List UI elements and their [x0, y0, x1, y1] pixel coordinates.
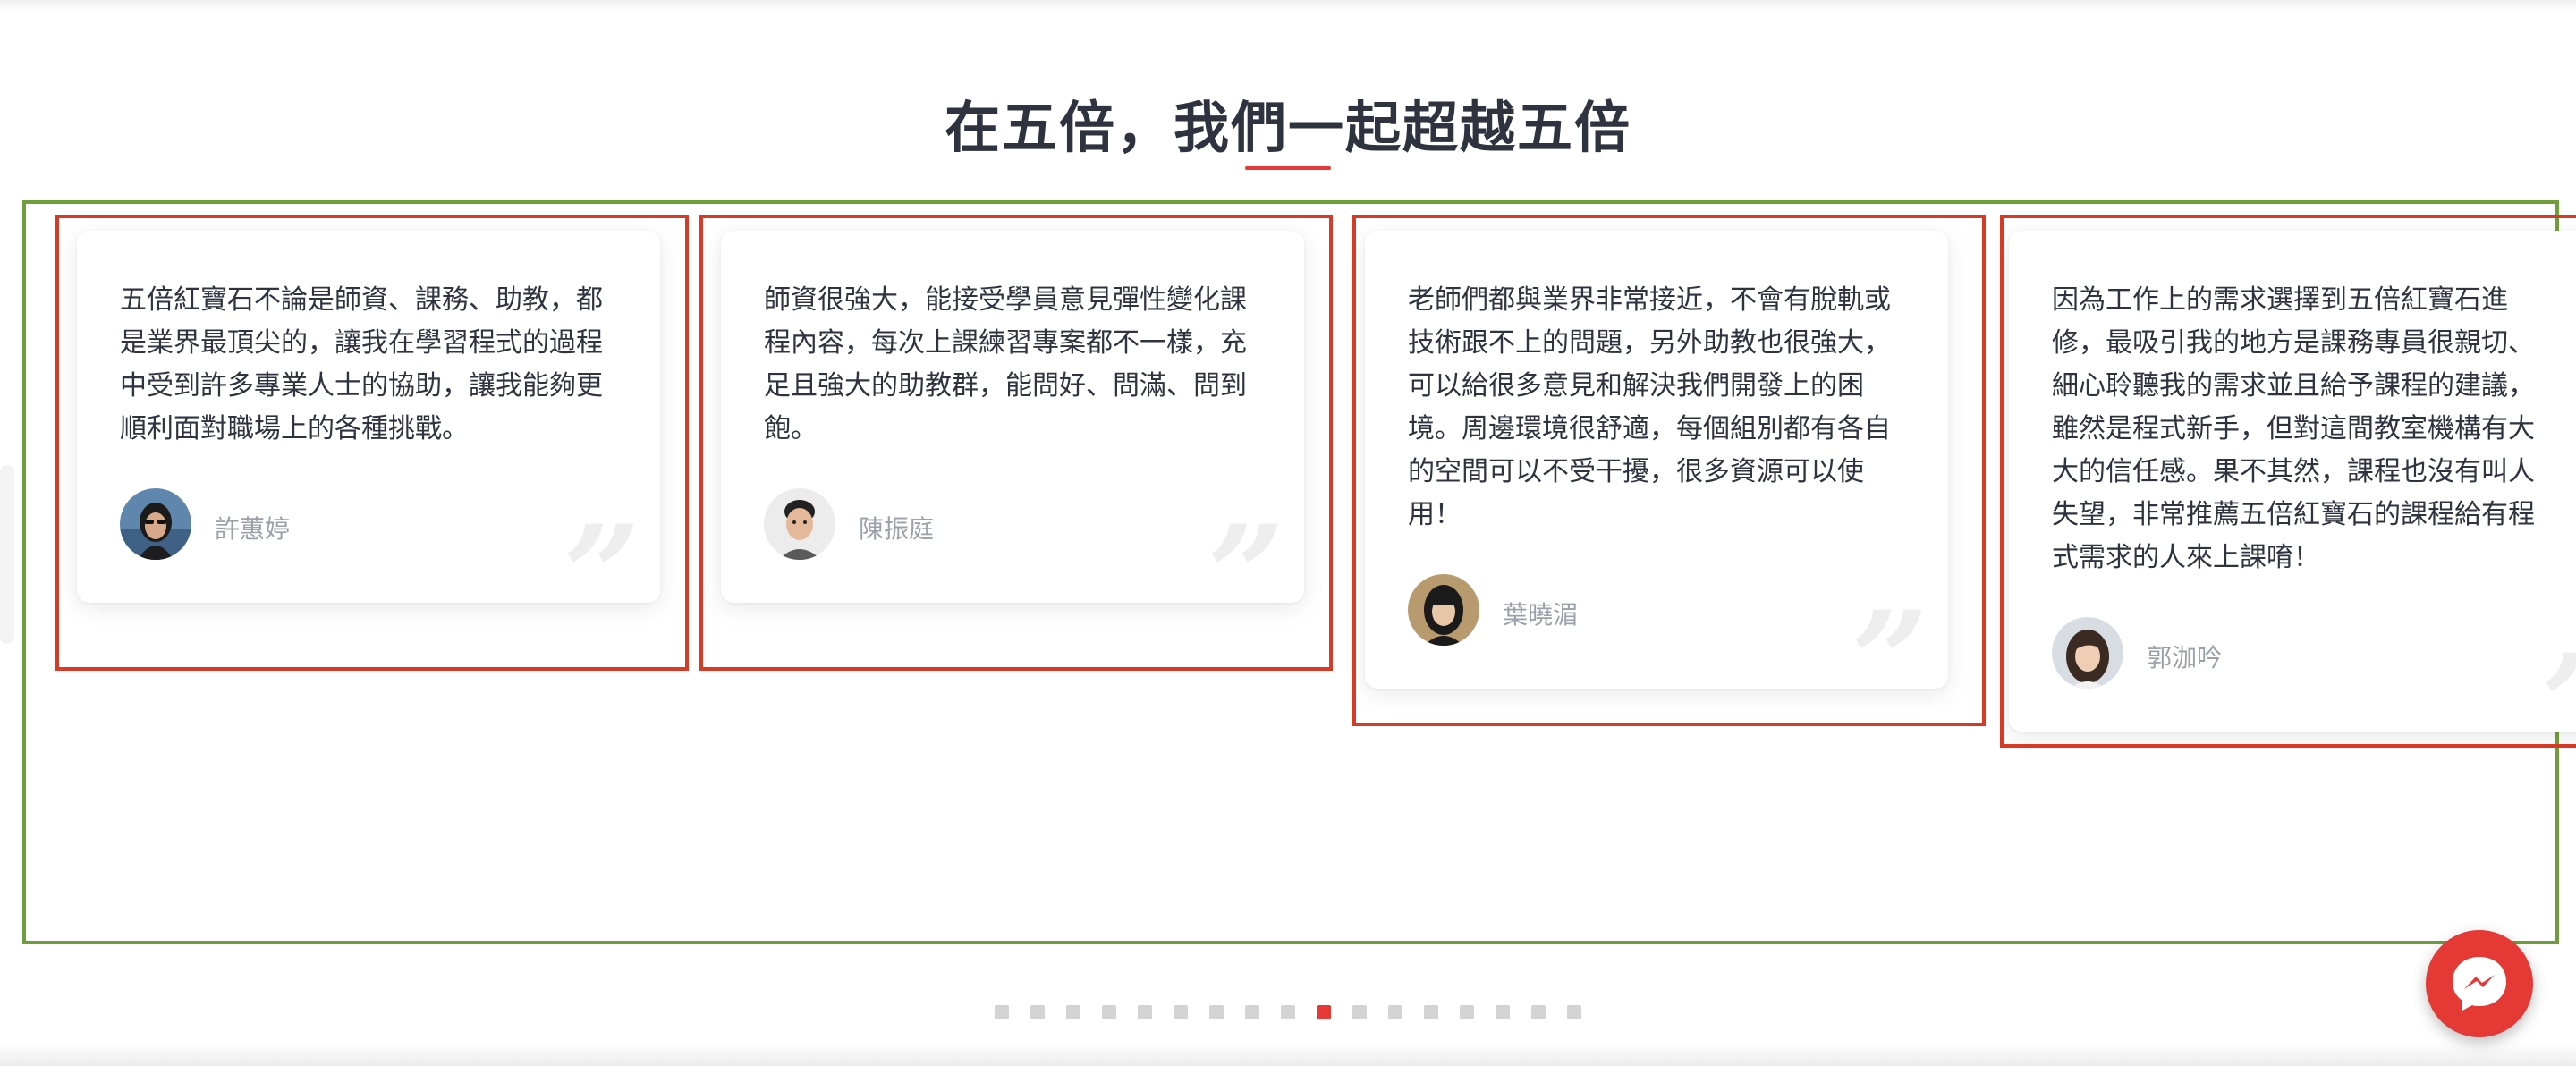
quote-icon: ” — [2542, 637, 2576, 771]
testimonial-card[interactable]: 師資很強大，能接受學員意見彈性變化課程內容，每次上課練習專案都不一樣，充足且強大… — [721, 231, 1304, 642]
testimonial-card[interactable]: 老師們都與業界非常接近，不會有脫軌或技術跟不上的問題，另外助教也很強大，可以給很… — [1365, 231, 1948, 728]
messenger-button[interactable] — [2426, 930, 2533, 1037]
pagination-dot[interactable] — [1102, 1005, 1116, 1019]
testimonial-text: 老師們都與業界非常接近，不會有脫軌或技術跟不上的問題，另外助教也很強大，可以給很… — [1408, 284, 1891, 530]
testimonial-text: 五倍紅寶石不論是師資、課務、助教，都是業界最頂尖的，讓我在學習程式的過程中受到許… — [120, 284, 603, 444]
pagination-dot[interactable] — [1531, 1005, 1546, 1019]
person-name: 許蕙婷 — [215, 514, 291, 544]
pagination-dot[interactable] — [1352, 1005, 1367, 1019]
pagination-dot[interactable] — [1388, 1005, 1402, 1019]
testimonial-text: 師資很強大，能接受學員意見彈性變化課程內容，每次上課練習專案都不一樣，充足且強大… — [764, 284, 1247, 444]
pagination-dot[interactable] — [995, 1005, 1009, 1019]
person-name: 郭泇吟 — [2147, 643, 2223, 673]
pagination-dot[interactable] — [1424, 1005, 1438, 1019]
messenger-icon — [2453, 957, 2506, 1011]
top-divider — [0, 0, 2576, 11]
avatar — [120, 488, 191, 560]
pagination-dot[interactable] — [1317, 1005, 1331, 1019]
person-name: 陳振庭 — [859, 514, 935, 544]
pagination-dot[interactable] — [1030, 1005, 1045, 1019]
avatar — [1408, 574, 1479, 646]
person-name: 葉曉湄 — [1503, 600, 1579, 630]
pagination-dot[interactable] — [1281, 1005, 1295, 1019]
testimonial-text: 因為工作上的需求選擇到五倍紅寶石進修，最吸引我的地方是課務專員很親切、細心聆聽我… — [2052, 284, 2535, 573]
pagination-dot[interactable] — [1496, 1005, 1510, 1019]
pagination-dot[interactable] — [1460, 1005, 1474, 1019]
pagination-dot[interactable] — [1567, 1005, 1581, 1019]
testimonial-card[interactable]: 五倍紅寶石不論是師資、課務、助教，都是業界最頂尖的，讓我在學習程式的過程中受到許… — [77, 231, 660, 642]
quote-icon: ” — [1207, 496, 1284, 654]
carousel-pagination — [0, 1005, 2576, 1019]
pagination-dot[interactable] — [1174, 1005, 1188, 1019]
quote-icon: ” — [1851, 582, 1928, 740]
quote-icon: ” — [563, 496, 640, 654]
section-title: 在五倍，我們一起超越五倍 — [944, 95, 1631, 160]
pagination-dot[interactable] — [1138, 1005, 1152, 1019]
avatar — [2052, 617, 2123, 689]
testimonial-card[interactable]: 因為工作上的需求選擇到五倍紅寶石進修，最吸引我的地方是課務專員很親切、細心聆聽我… — [2009, 231, 2576, 771]
previous-card-edge — [0, 465, 14, 644]
avatar — [764, 488, 835, 560]
pagination-dot[interactable] — [1209, 1005, 1224, 1019]
title-underline — [1245, 166, 1331, 170]
pagination-dot[interactable] — [1066, 1005, 1080, 1019]
pagination-dot[interactable] — [1245, 1005, 1259, 1019]
bottom-divider — [0, 1043, 2576, 1066]
testimonials-page: 在五倍，我們一起超越五倍 五倍紅寶石不論是師資、課務、助教，都是業界最頂尖的，讓… — [0, 0, 2576, 1066]
